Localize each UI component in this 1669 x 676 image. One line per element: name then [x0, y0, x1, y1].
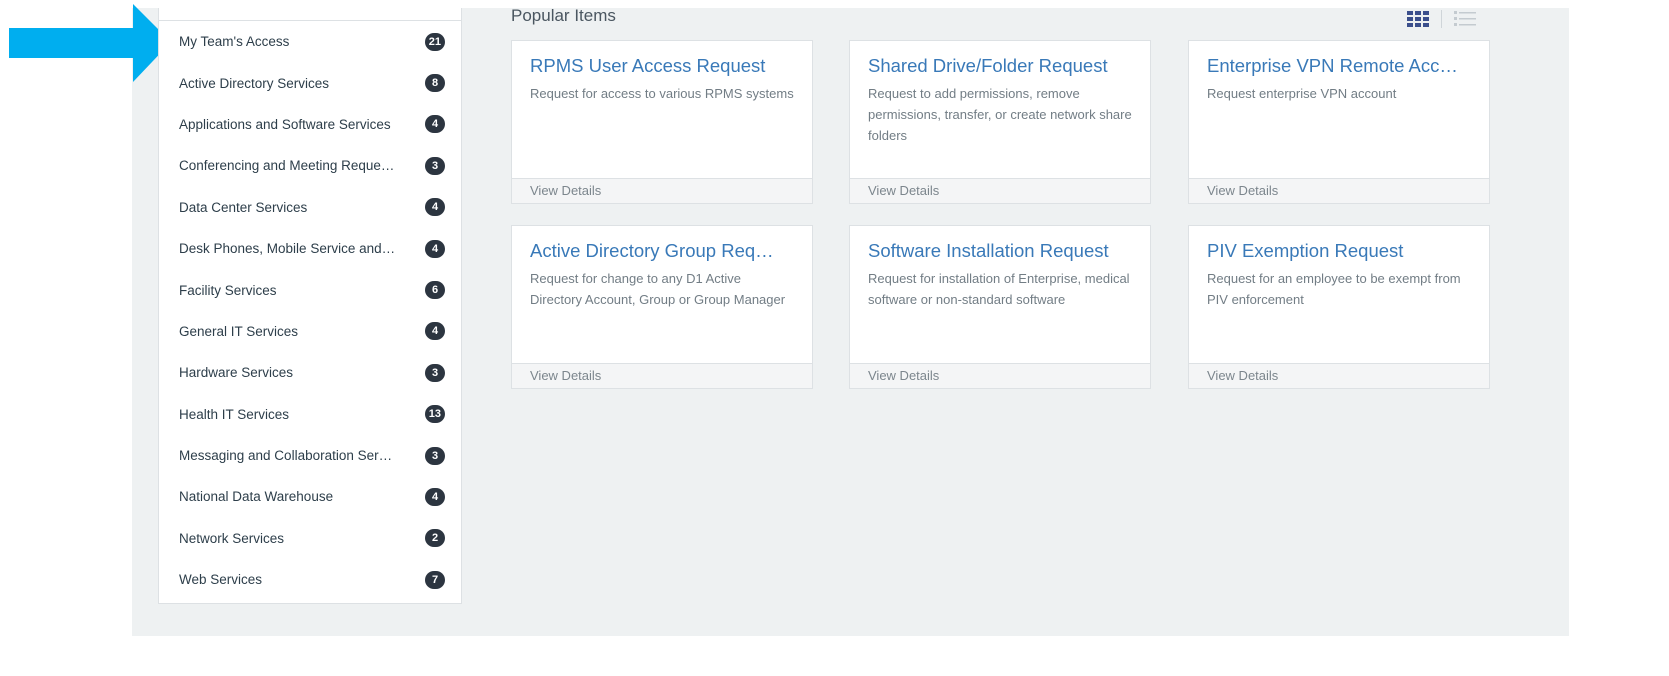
category-label: Web Services [179, 572, 263, 588]
category-label: Applications and Software Services [179, 116, 391, 132]
category-count-badge: 8 [425, 74, 445, 93]
category-item-data-center-services[interactable]: Data Center Services 4 [159, 187, 461, 228]
card-description: Request for installation of Enterprise, … [868, 271, 1130, 307]
category-label: Data Center Services [179, 199, 308, 215]
category-item-facility-services[interactable]: Facility Services 6 [159, 269, 461, 310]
card-body: Software Installation Request Request fo… [850, 226, 1150, 364]
card-body: Active Directory Group Req… Request for … [512, 226, 812, 364]
card-title[interactable]: Enterprise VPN Remote Acc… [1207, 55, 1471, 77]
category-item-desk-phones-mobile-service[interactable]: Desk Phones, Mobile Service and… 4 [159, 228, 461, 269]
catalog-card[interactable]: Shared Drive/Folder Request Request to a… [849, 40, 1151, 204]
category-item-conferencing-and-meeting-requests[interactable]: Conferencing and Meeting Reque… 3 [159, 145, 461, 186]
category-label: Network Services [179, 530, 285, 546]
card-body: Shared Drive/Folder Request Request to a… [850, 41, 1150, 179]
category-label: Active Directory Services [179, 75, 330, 91]
category-count-badge: 2 [425, 529, 445, 548]
list-view-icon[interactable] [1454, 11, 1476, 27]
category-count-badge: 4 [425, 198, 445, 217]
category-count-badge: 21 [424, 32, 445, 51]
catalog-card[interactable]: Software Installation Request Request fo… [849, 225, 1151, 389]
view-details-link[interactable]: View Details [850, 178, 1150, 203]
toggle-divider [1441, 10, 1442, 28]
category-label: Facility Services [179, 282, 277, 298]
catalog-card[interactable]: PIV Exemption Request Request for an emp… [1188, 225, 1490, 389]
view-details-link[interactable]: View Details [1189, 178, 1489, 203]
category-count-badge: 3 [425, 446, 445, 465]
category-count-badge: 4 [425, 322, 445, 341]
card-body: PIV Exemption Request Request for an emp… [1189, 226, 1489, 364]
category-item-active-directory-services[interactable]: Active Directory Services 8 [159, 62, 461, 103]
view-toggle [1407, 10, 1476, 28]
card-title[interactable]: Active Directory Group Req… [530, 240, 794, 262]
card-title[interactable]: Shared Drive/Folder Request [868, 55, 1132, 77]
category-count-badge: 4 [425, 239, 445, 258]
category-label: Conferencing and Meeting Reque… [179, 158, 395, 174]
category-label: Messaging and Collaboration Ser… [179, 448, 393, 464]
category-count-badge: 4 [425, 115, 445, 134]
category-item-network-services[interactable]: Network Services 2 [159, 518, 461, 559]
category-item-national-data-warehouse[interactable]: National Data Warehouse 4 [159, 476, 461, 517]
category-label: Health IT Services [179, 406, 290, 422]
category-count-badge: 6 [425, 281, 445, 300]
catalog-card[interactable]: RPMS User Access Request Request for acc… [511, 40, 813, 204]
card-body: RPMS User Access Request Request for acc… [512, 41, 812, 179]
card-body: Enterprise VPN Remote Acc… Request enter… [1189, 41, 1489, 179]
category-count-badge: 3 [425, 156, 445, 175]
category-sidebar: My Team's Access 21 Active Directory Ser… [158, 8, 462, 604]
view-details-link[interactable]: View Details [512, 363, 812, 388]
card-description: Request for change to any D1 Active Dire… [530, 271, 786, 307]
pointer-arrow-icon [9, 4, 171, 82]
category-label: My Team's Access [179, 34, 290, 50]
catalog-card[interactable]: Active Directory Group Req… Request for … [511, 225, 813, 389]
category-count-badge: 3 [425, 363, 445, 382]
category-item-health-it-services[interactable]: Health IT Services 13 [159, 394, 461, 435]
card-title[interactable]: Software Installation Request [868, 240, 1132, 262]
card-title[interactable]: PIV Exemption Request [1207, 240, 1471, 262]
view-details-link[interactable]: View Details [512, 178, 812, 203]
card-description: Request to add permissions, remove permi… [868, 86, 1132, 143]
card-description: Request for access to various RPMS syste… [530, 86, 794, 101]
card-description: Request enterprise VPN account [1207, 86, 1397, 101]
category-count-badge: 13 [424, 405, 445, 424]
category-label: National Data Warehouse [179, 489, 334, 505]
category-list: My Team's Access 21 Active Directory Ser… [159, 21, 461, 600]
category-label: Desk Phones, Mobile Service and… [179, 241, 396, 257]
category-count-badge: 7 [425, 570, 445, 589]
category-label: General IT Services [179, 323, 299, 339]
card-title[interactable]: RPMS User Access Request [530, 55, 794, 77]
category-item-web-services[interactable]: Web Services 7 [159, 559, 461, 600]
grid-view-icon[interactable] [1407, 11, 1429, 27]
view-details-link[interactable]: View Details [850, 363, 1150, 388]
category-count-badge: 4 [425, 487, 445, 506]
card-description: Request for an employee to be exempt fro… [1207, 271, 1461, 307]
view-details-link[interactable]: View Details [1189, 363, 1489, 388]
category-item-hardware-services[interactable]: Hardware Services 3 [159, 352, 461, 393]
category-item-my-teams-access[interactable]: My Team's Access 21 [159, 21, 461, 62]
category-item-messaging-and-collaboration[interactable]: Messaging and Collaboration Ser… 3 [159, 435, 461, 476]
sidebar-header [159, 8, 461, 21]
category-item-applications-and-software-services[interactable]: Applications and Software Services 4 [159, 104, 461, 145]
category-item-general-it-services[interactable]: General IT Services 4 [159, 311, 461, 352]
catalog-card[interactable]: Enterprise VPN Remote Acc… Request enter… [1188, 40, 1490, 204]
section-title: Popular Items [511, 6, 616, 25]
category-label: Hardware Services [179, 365, 294, 381]
